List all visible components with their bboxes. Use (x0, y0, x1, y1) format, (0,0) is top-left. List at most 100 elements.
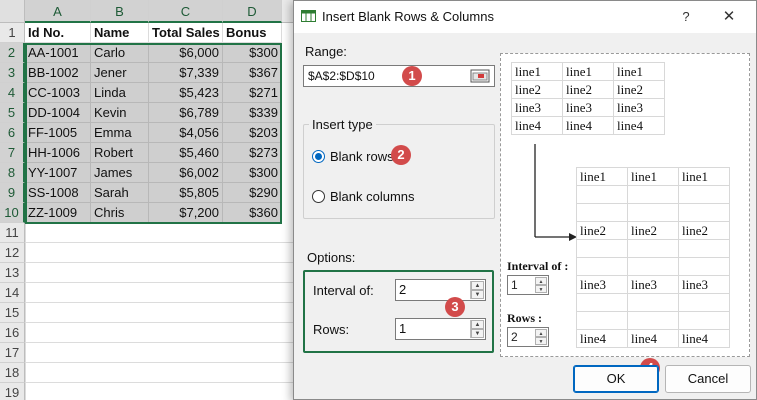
header-cell-bonus[interactable]: Bonus (223, 23, 282, 43)
data-cell[interactable]: AA-1001 (25, 43, 91, 63)
row-header[interactable]: 18 (0, 363, 25, 383)
header-cell-id[interactable]: Id No. (25, 23, 91, 43)
data-cell[interactable]: $360 (223, 203, 282, 223)
row-header[interactable]: 7 (0, 143, 25, 163)
data-cell[interactable]: YY-1007 (25, 163, 91, 183)
data-cell[interactable]: $300 (223, 43, 282, 63)
preview-cell: line4 (678, 329, 730, 348)
data-cell[interactable]: Carlo (91, 43, 149, 63)
data-cell[interactable]: $271 (223, 83, 282, 103)
header-cell-name[interactable]: Name (91, 23, 149, 43)
data-cell[interactable]: $367 (223, 63, 282, 83)
data-cell[interactable]: $7,339 (149, 63, 223, 83)
blank-rows-radio[interactable] (312, 150, 325, 163)
data-cell[interactable]: $5,460 (149, 143, 223, 163)
row-header[interactable]: 13 (0, 263, 25, 283)
preview-cell (627, 239, 679, 258)
data-cell[interactable]: Emma (91, 123, 149, 143)
data-cell[interactable]: $273 (223, 143, 282, 163)
rows-up-icon[interactable]: ▲ (471, 320, 484, 329)
preview-up-icon: ▲ (535, 329, 547, 337)
rows-spinner[interactable]: 1 ▲ ▼ (395, 318, 486, 340)
preview-down-icon: ▼ (535, 285, 547, 293)
range-select-icon[interactable] (470, 69, 490, 83)
row-header[interactable]: 10 (0, 203, 25, 223)
data-cell[interactable]: $6,000 (149, 43, 223, 63)
data-cell[interactable]: Sarah (91, 183, 149, 203)
column-header-d[interactable]: D (223, 0, 282, 23)
data-cell[interactable]: Kevin (91, 103, 149, 123)
data-cell[interactable]: $203 (223, 123, 282, 143)
preview-cell: line2 (576, 221, 628, 240)
preview-cell: line2 (511, 80, 563, 99)
select-all-corner[interactable] (0, 0, 25, 23)
data-cell[interactable]: $6,002 (149, 163, 223, 183)
data-cell[interactable]: SS-1008 (25, 183, 91, 203)
rows-label: Rows: (313, 322, 350, 337)
data-cell[interactable]: ZZ-1009 (25, 203, 91, 223)
data-cell[interactable]: BB-1002 (25, 63, 91, 83)
data-cell[interactable]: Linda (91, 83, 149, 103)
preview-cell (627, 185, 679, 204)
data-cell[interactable]: James (91, 163, 149, 183)
rows-down-icon[interactable]: ▼ (471, 329, 484, 338)
data-cell[interactable]: CC-1003 (25, 83, 91, 103)
row-header[interactable]: 17 (0, 343, 25, 363)
row-header[interactable]: 8 (0, 163, 25, 183)
help-button[interactable]: ? (672, 7, 700, 27)
data-cell[interactable]: $339 (223, 103, 282, 123)
row-header[interactable]: 1 (0, 23, 25, 43)
blank-columns-label[interactable]: Blank columns (330, 189, 415, 204)
spreadsheet: A B C D 1 2 3 4 5 6 7 8 9 10 11 12 13 14… (0, 0, 300, 400)
ok-button[interactable]: OK (573, 365, 659, 393)
row-header[interactable]: 19 (0, 383, 25, 400)
interval-down-icon[interactable]: ▼ (471, 290, 484, 299)
title-bar[interactable]: Insert Blank Rows & Columns ? ✕ (294, 1, 756, 33)
interval-up-icon[interactable]: ▲ (471, 281, 484, 290)
range-input[interactable]: $A$2:$D$10 (303, 65, 495, 87)
interval-spinner[interactable]: 2 ▲ ▼ (395, 279, 486, 301)
data-cell[interactable]: $7,200 (149, 203, 223, 223)
row-header[interactable]: 14 (0, 283, 25, 303)
data-cell[interactable]: $4,056 (149, 123, 223, 143)
preview-cell (576, 239, 628, 258)
preview-cell (576, 257, 628, 276)
data-cell[interactable]: $5,423 (149, 83, 223, 103)
blank-rows-label[interactable]: Blank rows (330, 149, 394, 164)
data-cell[interactable]: FF-1005 (25, 123, 91, 143)
data-cell[interactable]: $290 (223, 183, 282, 203)
column-header-a[interactable]: A (25, 0, 91, 23)
data-cell[interactable]: $300 (223, 163, 282, 183)
row-header[interactable]: 6 (0, 123, 25, 143)
data-cell[interactable]: $5,805 (149, 183, 223, 203)
row-header[interactable]: 11 (0, 223, 25, 243)
data-cell[interactable]: Jener (91, 63, 149, 83)
column-header-c[interactable]: C (149, 0, 223, 23)
data-cell[interactable]: Chris (91, 203, 149, 223)
cancel-button[interactable]: Cancel (665, 365, 751, 393)
dialog-app-icon (301, 10, 316, 22)
data-cell[interactable]: $6,789 (149, 103, 223, 123)
row-header[interactable]: 9 (0, 183, 25, 203)
row-header[interactable]: 15 (0, 303, 25, 323)
column-header-b[interactable]: B (91, 0, 149, 23)
preview-cell: line4 (576, 329, 628, 348)
insert-type-label: Insert type (309, 117, 376, 132)
blank-columns-radio[interactable] (312, 190, 325, 203)
row-header[interactable]: 4 (0, 83, 25, 103)
preview-rows-spinner: 2 ▲ ▼ (507, 327, 549, 347)
row-header[interactable]: 12 (0, 243, 25, 263)
rows-value: 1 (399, 321, 407, 336)
row-header[interactable]: 16 (0, 323, 25, 343)
preview-cell (678, 185, 730, 204)
preview-cell: line4 (627, 329, 679, 348)
data-cell[interactable]: HH-1006 (25, 143, 91, 163)
row-header[interactable]: 3 (0, 63, 25, 83)
row-header[interactable]: 5 (0, 103, 25, 123)
data-cell[interactable]: DD-1004 (25, 103, 91, 123)
row-header[interactable]: 2 (0, 43, 25, 63)
close-button[interactable]: ✕ (714, 7, 744, 27)
preview-interval-spinner: 1 ▲ ▼ (507, 275, 549, 295)
data-cell[interactable]: Robert (91, 143, 149, 163)
header-cell-total-sales[interactable]: Total Sales (149, 23, 223, 43)
